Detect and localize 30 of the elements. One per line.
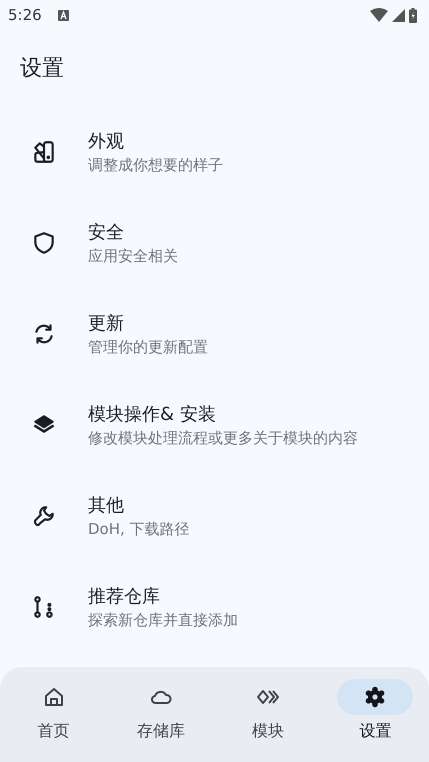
item-title: 推荐仓库: [88, 584, 161, 608]
settings-item[interactable]: 推荐仓库 探索新仓库并直接添加: [0, 561, 429, 652]
settings-icon: [363, 685, 388, 709]
page-title: 设置: [20, 55, 64, 83]
settings-item[interactable]: 外观 调整成你想要的样子: [0, 106, 429, 197]
signal-icon: [392, 8, 405, 22]
wifi-icon: [370, 8, 388, 22]
nav-tab[interactable]: 模块: [218, 679, 318, 762]
item-title: 更新: [88, 312, 125, 334]
palette-icon: [31, 138, 57, 164]
battery-icon: [409, 8, 417, 22]
settings-item[interactable]: 安全 应用安全相关: [0, 197, 429, 288]
settings-item[interactable]: 其他 DoH, 下载路径: [0, 470, 429, 561]
nav-tab[interactable]: 存储库: [110, 679, 211, 762]
notification-icon: [58, 10, 69, 20]
item-subtitle: 应用安全相关: [88, 246, 178, 266]
item-subtitle: DoH, 下载路径: [88, 520, 190, 538]
item-title: 外观: [88, 130, 125, 152]
nav-tab[interactable]: 设置: [325, 679, 426, 762]
status-time: 5:26: [8, 6, 42, 24]
settings-item[interactable]: 模块操作& 安装 修改模块处理流程或更多关于模块的内容: [0, 379, 429, 470]
item-subtitle: 修改模块处理流程或更多关于模块的内容: [88, 428, 358, 448]
item-title: 其他: [88, 494, 125, 516]
item-title: 安全: [88, 220, 125, 244]
item-subtitle: 调整成你想要的样子: [88, 156, 223, 174]
item-subtitle: 管理你的更新配置: [88, 338, 208, 356]
item-subtitle: 探索新仓库并直接添加: [88, 610, 238, 630]
nav-tab[interactable]: 首页: [4, 679, 104, 762]
settings-item[interactable]: 更新 管理你的更新配置: [0, 288, 429, 379]
item-title: 模块操作& 安装: [88, 402, 217, 426]
